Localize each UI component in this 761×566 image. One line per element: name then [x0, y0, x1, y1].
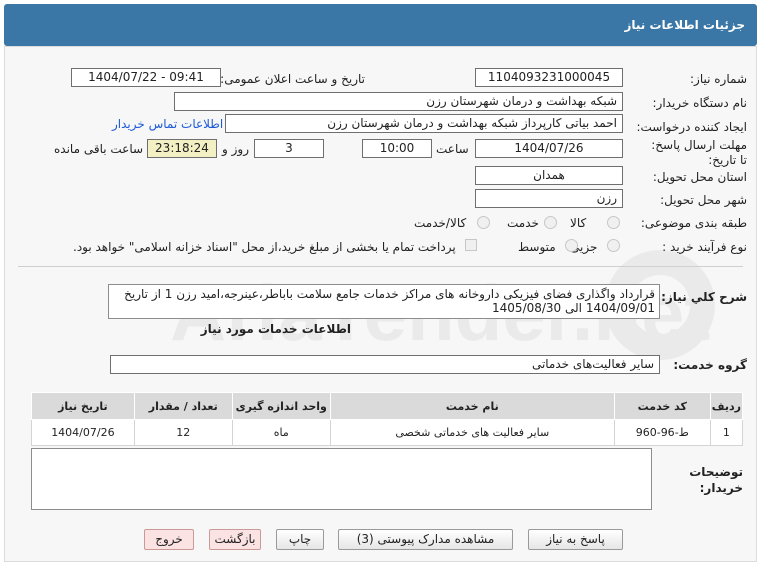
title-bar: جزئیات اطلاعات نیاز — [4, 4, 757, 46]
col-service-name: نام خدمت — [329, 392, 615, 420]
days-label: روز و — [222, 142, 249, 156]
creator-label: ایجاد کننده درخواست: — [636, 120, 747, 134]
col-service-code: کد خدمت — [613, 392, 711, 420]
radio-medium-label: متوسط — [518, 240, 556, 254]
radio-minor[interactable] — [607, 239, 620, 252]
reply-button[interactable]: پاسخ به نیاز — [528, 529, 623, 550]
description-label: شرح کلي نياز: — [661, 290, 747, 304]
print-button[interactable]: چاپ — [276, 529, 324, 550]
buyer-contact-link[interactable]: اطلاعات تماس خریدار — [112, 117, 223, 131]
cell-quantity: 12 — [133, 419, 233, 446]
radio-goods-label: کالا — [570, 216, 587, 230]
col-need-date: تاریخ نیاز — [31, 392, 135, 420]
section-divider — [18, 266, 743, 267]
creator-field: احمد بیاتی کارپرداز شبکه بهداشت و درمان … — [225, 114, 623, 133]
col-quantity: تعداد / مقدار — [133, 392, 233, 420]
days-field: 3 — [254, 139, 324, 158]
time-label: ساعت — [436, 142, 469, 156]
announce-datetime-label: تاریخ و ساعت اعلان عمومی: — [220, 72, 365, 86]
table-row: 1 ط-96-960 سایر فعالیت های خدماتی شخصی م… — [31, 419, 744, 446]
cell-service-code: ط-96-960 — [613, 419, 711, 446]
category-label: طبقه بندی موضوعی: — [640, 216, 747, 230]
deadline-date-field[interactable]: 1404/07/26 — [475, 139, 623, 158]
radio-medium[interactable] — [565, 239, 578, 252]
buyer-org-field: شبکه بهداشت و درمان شهرستان رزن — [174, 92, 623, 111]
radio-service-label: خدمت — [507, 216, 539, 230]
radio-goods-service-label: کالا/خدمت — [414, 216, 467, 230]
services-table: رديف کد خدمت نام خدمت واحد اندازه گيری ت… — [31, 392, 744, 446]
service-group-label: گروه خدمت: — [673, 358, 747, 372]
need-number-label: شماره نیاز: — [690, 72, 747, 86]
back-button[interactable]: بازگشت — [209, 529, 261, 550]
description-textarea: قرارداد واگذاری فضای فیزیکی داروخانه های… — [108, 284, 660, 319]
remaining-time-field: 23:18:24 — [147, 139, 217, 158]
treasury-payment-checkbox[interactable] — [465, 239, 477, 251]
announce-datetime-field: 1404/07/22 - 09:41 — [71, 68, 221, 87]
city-field: رزن — [475, 189, 623, 208]
radio-service[interactable] — [544, 216, 557, 229]
treasury-payment-note: پرداخت تمام یا بخشی از مبلغ خرید،از محل … — [73, 240, 456, 254]
page-title: جزئیات اطلاعات نیاز — [624, 18, 745, 32]
services-section-title: اطلاعات خدمات مورد نياز — [200, 322, 351, 336]
process-label: نوع فرآیند خرید : — [662, 240, 747, 254]
province-label: استان محل تحویل: — [652, 170, 747, 184]
cell-service-name: سایر فعالیت های خدماتی شخصی — [329, 419, 615, 446]
need-number-field: 1104093231000045 — [475, 68, 623, 87]
service-group-field: سایر فعالیت‌های خدماتی — [110, 355, 660, 374]
province-field: همدان — [475, 166, 623, 185]
radio-goods-service[interactable] — [477, 216, 490, 229]
remaining-time-label: ساعت باقی مانده — [54, 142, 144, 156]
cell-row-number: 1 — [709, 419, 744, 446]
cell-need-date: 1404/07/26 — [31, 419, 135, 446]
deadline-label: مهلت ارسال پاسخ: تا تاریخ: — [651, 138, 747, 167]
city-label: شهر محل تحویل: — [660, 193, 747, 207]
exit-button[interactable]: خروج — [144, 529, 194, 550]
table-header-row: رديف کد خدمت نام خدمت واحد اندازه گيری ت… — [31, 392, 744, 420]
col-unit: واحد اندازه گيری — [231, 392, 331, 420]
col-row-number: رديف — [709, 392, 744, 420]
view-attachments-button[interactable]: مشاهده مدارک پیوستی (3) — [338, 529, 513, 550]
buyer-notes-label: توضیحات خریدار: — [689, 465, 743, 495]
buyer-org-label: نام دستگاه خریدار: — [652, 96, 748, 110]
cell-unit: ماه — [231, 419, 331, 446]
buyer-notes-textarea[interactable] — [31, 448, 652, 510]
radio-goods[interactable] — [607, 216, 620, 229]
deadline-time-field[interactable]: 10:00 — [362, 139, 432, 158]
